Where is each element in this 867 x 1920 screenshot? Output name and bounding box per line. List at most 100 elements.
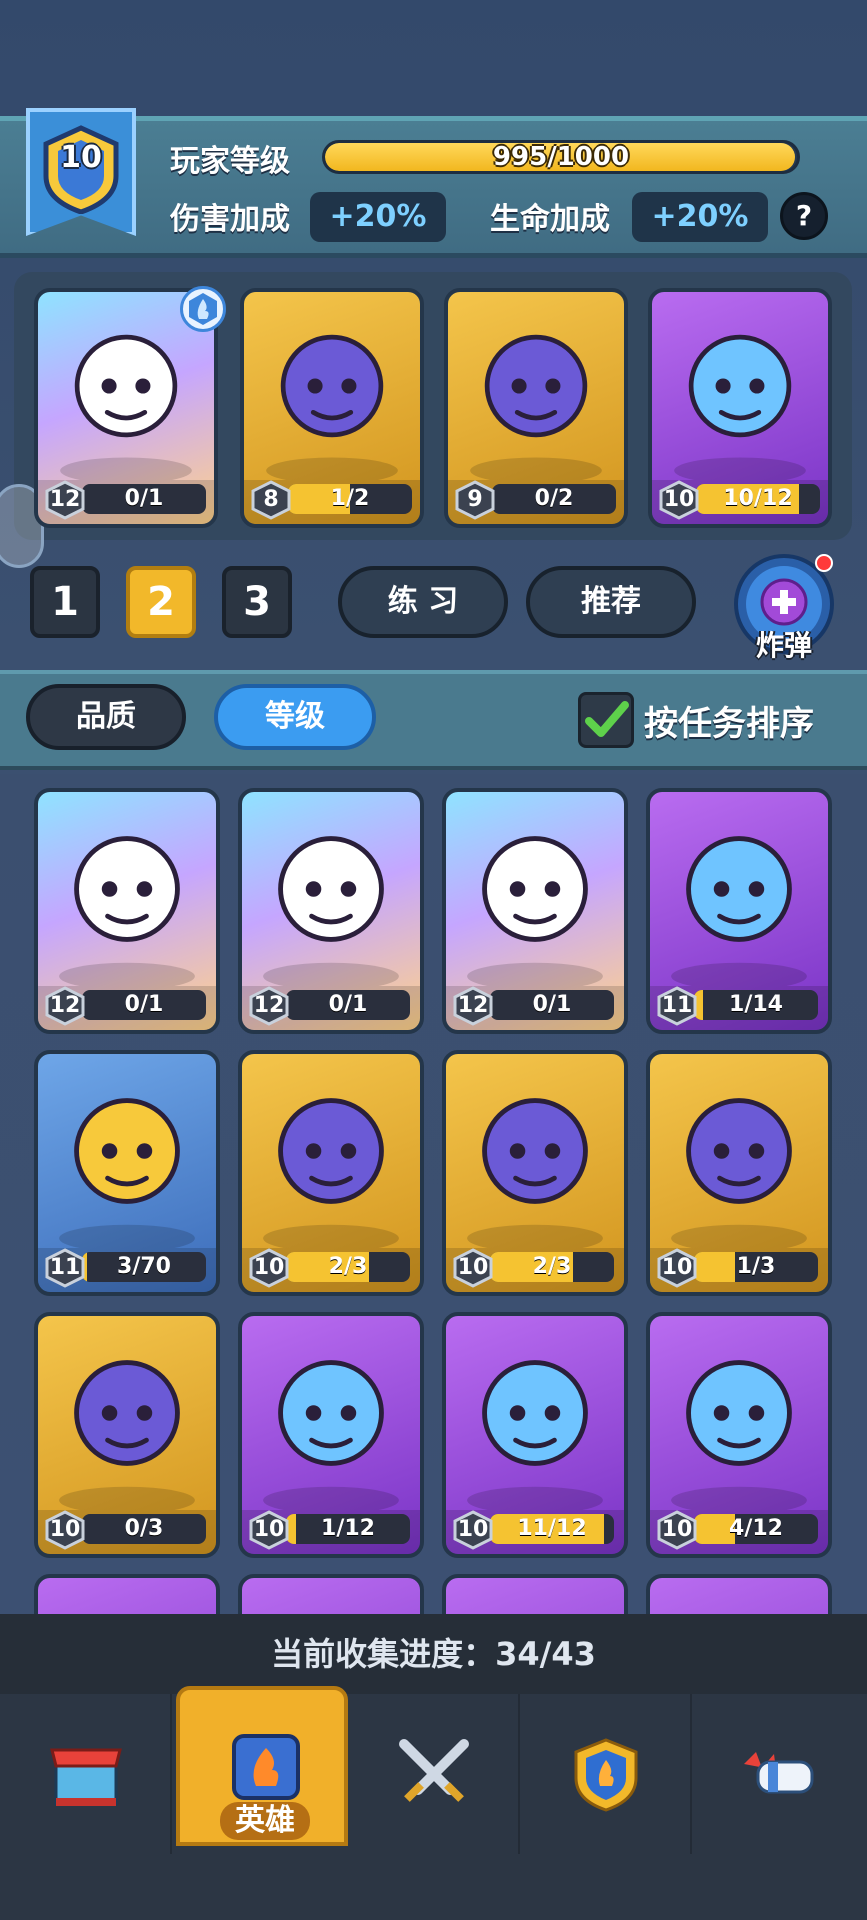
card-progress-bar: 0/1 (490, 990, 614, 1020)
xp-bar: 995/1000 (322, 140, 800, 174)
hero-card-partial[interactable] (646, 1574, 832, 1614)
card-progress-text: 1/12 (321, 1516, 375, 1541)
card-progress-bar: 1/12 (286, 1514, 410, 1544)
nav-power[interactable] (692, 1694, 864, 1854)
card-level-hex-icon: 9 (454, 480, 496, 520)
player-level-label: 玩家等级 (170, 144, 290, 179)
card-level-hex-icon: 8 (250, 480, 292, 520)
ice-golem-icon (244, 292, 420, 484)
fox-girl-icon (650, 1054, 828, 1252)
deck-slot-2[interactable]: 2 (126, 566, 196, 638)
hero-card[interactable]: 11/12 10 (442, 1312, 628, 1558)
deck-slot-1[interactable]: 1 (30, 566, 100, 638)
sort-level-button[interactable]: 等级 (214, 684, 376, 750)
card-level: 10 (661, 1255, 693, 1280)
hero-card-partial[interactable] (238, 1574, 424, 1614)
card-level-hex-icon: 12 (44, 480, 86, 520)
collection-progress: 当前收集进度：34/43 (0, 1614, 867, 1694)
deck-card[interactable]: 1/2 8 (240, 288, 424, 528)
gladiator-icon (38, 1054, 216, 1252)
practice-button[interactable]: 练 习 (338, 566, 508, 638)
card-level: 10 (663, 487, 695, 512)
masked-warrior-icon (446, 1054, 624, 1252)
card-level-hex-icon: 10 (452, 1248, 494, 1288)
card-level: 12 (457, 993, 489, 1018)
card-progress-text: 1/2 (330, 486, 370, 511)
card-level-hex-icon: 11 (656, 986, 698, 1026)
zombie-icon (242, 1316, 420, 1514)
card-progress-bar: 0/1 (286, 990, 410, 1020)
card-progress-text: 0/2 (534, 486, 574, 511)
card-progress-bar: 0/2 (492, 484, 616, 514)
hero-card-partial[interactable] (442, 1574, 628, 1614)
card-level: 8 (263, 487, 279, 512)
health-bonus-value: +20% (632, 192, 768, 242)
spider-icon (448, 292, 624, 484)
home-indicator-area (0, 1854, 867, 1920)
deck-card[interactable]: 10/12 10 (648, 288, 832, 528)
deck-slot-3[interactable]: 3 (222, 566, 292, 638)
nav-heroes-label: 英雄 (220, 1802, 310, 1840)
ice-princess-icon (652, 292, 828, 484)
card-progress-bar: 0/3 (82, 1514, 206, 1544)
tiger-icon (650, 792, 828, 990)
card-progress-text: 1/3 (736, 1254, 776, 1279)
hero-card[interactable]: 3/70 11 (34, 1050, 220, 1296)
yeti-icon (446, 1316, 624, 1514)
bomb-label: 炸弹 (755, 629, 812, 662)
hero-card[interactable]: 0/1 12 (442, 788, 628, 1034)
card-level: 12 (49, 993, 81, 1018)
card-progress-bar: 2/3 (490, 1252, 614, 1282)
card-level-hex-icon: 10 (248, 1248, 290, 1288)
card-level-hex-icon: 10 (44, 1510, 86, 1550)
hero-card[interactable]: 2/3 10 (238, 1050, 424, 1296)
card-level: 10 (253, 1517, 285, 1542)
nav-shop[interactable] (0, 1694, 172, 1854)
card-progress-bar: 11/12 (490, 1514, 614, 1544)
slime-icon (650, 1316, 828, 1514)
hero-card[interactable]: 4/12 10 (646, 1312, 832, 1558)
card-progress-text: 1/14 (729, 992, 783, 1017)
card-progress-bar: 10/12 (696, 484, 820, 514)
knight-icon (242, 1054, 420, 1252)
samurai-icon (242, 792, 420, 990)
hero-card[interactable]: 1/14 11 (646, 788, 832, 1034)
help-button[interactable]: ? (780, 192, 828, 240)
hero-card[interactable]: 0/1 12 (34, 788, 220, 1034)
hero-card[interactable]: 2/3 10 (442, 1050, 628, 1296)
card-level-hex-icon: 10 (656, 1510, 698, 1550)
upgrade-badge-icon (180, 286, 226, 332)
hero-card-icon (232, 1734, 300, 1800)
card-level-hex-icon: 10 (248, 1510, 290, 1550)
card-level-hex-icon: 12 (452, 986, 494, 1026)
task-sort-checkbox[interactable] (578, 692, 634, 748)
nav-battle[interactable] (348, 1694, 520, 1854)
card-level-hex-icon: 12 (248, 986, 290, 1026)
hero-card[interactable]: 1/3 10 (646, 1050, 832, 1296)
damage-bonus-value: +20% (310, 192, 446, 242)
sort-quality-button[interactable]: 品质 (26, 684, 186, 750)
card-level-hex-icon: 10 (656, 1248, 698, 1288)
card-level: 11 (49, 1255, 81, 1280)
fist-icon (744, 1752, 814, 1794)
card-progress-text: 0/1 (124, 992, 164, 1017)
card-progress-bar: 1/3 (694, 1252, 818, 1282)
nav-heroes[interactable]: 英雄 (176, 1686, 348, 1846)
hero-card-partial[interactable] (34, 1574, 220, 1614)
card-progress-text: 0/1 (532, 992, 572, 1017)
card-level: 12 (49, 487, 81, 512)
panda-icon (446, 792, 624, 990)
hero-card[interactable]: 0/3 10 (34, 1312, 220, 1558)
nav-rank[interactable] (520, 1694, 692, 1854)
deck-card[interactable]: 0/2 9 (444, 288, 628, 528)
hero-card[interactable]: 0/1 12 (238, 788, 424, 1034)
card-level: 10 (49, 1517, 81, 1542)
hero-card[interactable]: 1/12 10 (238, 1312, 424, 1558)
card-level: 9 (467, 487, 483, 512)
card-progress-bar: 3/70 (82, 1252, 206, 1282)
card-progress-bar: 0/1 (82, 484, 206, 514)
card-progress-text: 2/3 (328, 1254, 368, 1279)
recommend-button[interactable]: 推荐 (526, 566, 696, 638)
card-progress-bar: 1/14 (694, 990, 818, 1020)
card-level-hex-icon: 10 (658, 480, 700, 520)
